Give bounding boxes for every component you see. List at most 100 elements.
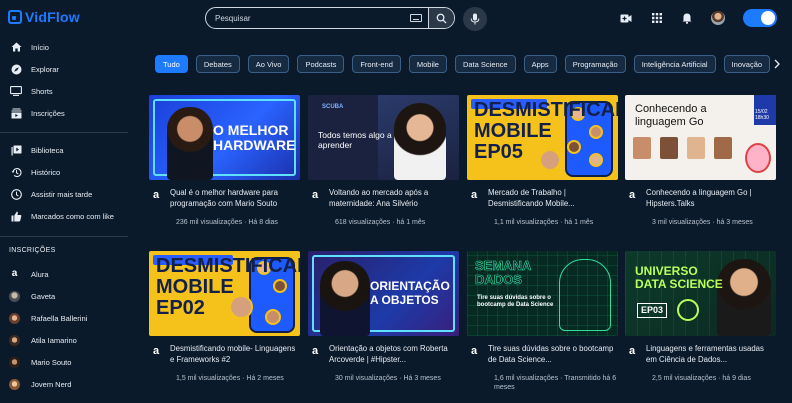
subscription-item[interactable]: Rafaella Ballerini (0, 307, 128, 329)
channel-avatar[interactable]: a (625, 344, 639, 358)
chip-debates[interactable]: Debates (195, 55, 240, 73)
search-bar (205, 7, 455, 29)
video-title[interactable]: Voltando ao mercado após a maternidade: … (329, 188, 459, 209)
sidebar-item-library[interactable]: Biblioteca (0, 139, 128, 161)
app-name: VidFlow (25, 9, 80, 25)
chip-mobile[interactable]: Mobile (408, 55, 447, 73)
video-card[interactable]: DESMISTIFICANDO MOBILE EP05 a Mercado de… (467, 95, 618, 227)
thumbnail-title: O MELHOR HARDWARE (213, 122, 296, 153)
thumbnail-episode: EP03 (637, 303, 668, 318)
chevron-right-icon[interactable] (772, 58, 782, 70)
search-button[interactable] (428, 8, 454, 28)
video-thumbnail[interactable]: SEMANA DADOS Tire suas dúvidas sobre o b… (467, 251, 618, 336)
mic-button[interactable] (463, 7, 487, 31)
search-icon (436, 13, 447, 24)
sidebar-item-label: Início (31, 42, 49, 52)
sidebar-item-liked[interactable]: Marcados como com like (0, 205, 128, 227)
thumbnail-title: DESMISTIFICANDO MOBILE EP02 (156, 255, 300, 319)
video-card[interactable]: UNIVERSO DATA SCIENCE EP03 a Linguagens … (625, 251, 776, 383)
video-card[interactable]: Conhecendo a linguagem Go 15/02 18h30 a … (625, 95, 776, 227)
mic-icon (470, 13, 480, 25)
subscription-item[interactable]: Atila Iamarino (0, 329, 128, 351)
chip-apps[interactable]: Apps (523, 55, 557, 73)
chip-podcasts[interactable]: Podcasts (297, 55, 345, 73)
subscription-label: Alura (31, 269, 49, 279)
subscription-item[interactable]: Jovem Nerd (0, 373, 128, 395)
subscription-item[interactable]: Gaveta (0, 285, 128, 307)
video-card[interactable]: O MELHOR HARDWARE a Qual é o melhor hard… (149, 95, 300, 227)
thumbnail-subtitle: Tire suas dúvidas sobre o bootcamp de Da… (477, 295, 554, 308)
sidebar-item-label: Explorar (31, 64, 59, 74)
chip-front-end[interactable]: Front-end (352, 55, 401, 73)
channel-avatar[interactable]: a (467, 188, 481, 202)
chip-innovation[interactable]: Inovação (723, 55, 770, 73)
sidebar-item-subscriptions[interactable]: Inscrições (0, 102, 128, 124)
subscription-label: Mario Souto (31, 357, 72, 367)
video-card[interactable]: DESMISTIFICANDO MOBILE EP02 a Desmistifi… (149, 251, 300, 383)
sidebar-item-watch-later[interactable]: Assistir mais tarde (0, 183, 128, 205)
video-stats: 618 visualizações · há 1 mês (335, 219, 426, 226)
video-thumbnail[interactable]: SCUBA Todos temos algo a aprender (308, 95, 459, 180)
search-input[interactable] (206, 8, 410, 28)
logo-icon (8, 10, 22, 24)
sidebar-item-shorts[interactable]: Shorts (0, 80, 128, 102)
sidebar-item-label: Shorts (31, 86, 53, 96)
video-title[interactable]: Mercado de Trabalho | Desmistificando Mo… (488, 188, 618, 209)
channel-avatar[interactable]: a (149, 188, 163, 202)
thumbnail-title: Todos temos algo a aprender (318, 130, 392, 150)
apps-icon[interactable] (650, 11, 664, 25)
video-title[interactable]: Tire suas dúvidas sobre o bootcamp de Da… (488, 344, 618, 365)
video-thumbnail[interactable]: UNIVERSO DATA SCIENCE EP03 (625, 251, 776, 336)
keyboard-icon[interactable] (410, 14, 422, 22)
channel-avatar (9, 334, 20, 346)
video-thumbnail[interactable]: ORIENTAÇÃO A OBJETOS (308, 251, 459, 336)
sidebar-divider (0, 132, 128, 133)
chip-all[interactable]: Tudo (155, 55, 188, 73)
subscription-item[interactable]: Mario Souto (0, 351, 128, 373)
shorts-icon (9, 84, 23, 98)
chip-ai[interactable]: Inteligência Artificial (633, 55, 716, 73)
chip-data-science[interactable]: Data Science (454, 55, 516, 73)
sidebar-item-explore[interactable]: Explorar (0, 58, 128, 80)
subscriptions-icon (9, 106, 23, 120)
sidebar-item-history[interactable]: Histórico (0, 161, 128, 183)
video-title[interactable]: Conhecendo a linguagem Go | Hipsters.Tal… (646, 188, 776, 209)
channel-avatar (9, 356, 20, 368)
sidebar-item-label: Assistir mais tarde (31, 189, 93, 199)
video-title[interactable]: Qual é o melhor hardware para programaçã… (170, 188, 300, 209)
channel-avatar[interactable]: a (467, 344, 481, 358)
video-title[interactable]: Linguagens e ferramentas usadas em Ciênc… (646, 344, 776, 365)
subscription-item[interactable]: a Alura (0, 263, 128, 285)
theme-toggle[interactable] (743, 9, 777, 27)
channel-avatar[interactable]: a (149, 344, 163, 358)
video-card[interactable]: SCUBA Todos temos algo a aprender a Volt… (308, 95, 459, 227)
video-thumbnail[interactable]: Conhecendo a linguagem Go 15/02 18h30 (625, 95, 776, 180)
video-stats: 236 mil visualizações · Há 8 dias (176, 219, 278, 226)
video-thumbnail[interactable]: DESMISTIFICANDO MOBILE EP02 (149, 251, 300, 336)
chip-programming[interactable]: Programação (564, 55, 626, 73)
video-card[interactable]: SEMANA DADOS Tire suas dúvidas sobre o b… (467, 251, 618, 392)
video-stats: 1,6 mil visualizações · Transmitido há 6… (494, 375, 617, 391)
video-card[interactable]: ORIENTAÇÃO A OBJETOS a Orientação a obje… (308, 251, 459, 383)
home-icon (9, 40, 23, 54)
subscription-label: Gaveta (31, 291, 56, 301)
channel-avatar[interactable]: a (625, 188, 639, 202)
sidebar-item-home[interactable]: Início (0, 36, 128, 58)
channel-avatar[interactable]: a (308, 344, 322, 358)
video-stats: 1,1 mil visualizações · há 1 mês (494, 219, 594, 226)
video-stats: 2,5 mil visualizações · há 9 dias (652, 375, 751, 382)
explore-icon (9, 62, 23, 76)
channel-avatar[interactable]: a (308, 188, 322, 202)
video-stats: 1,5 mil visualizações · Há 2 meses (176, 375, 284, 382)
thumbnail-brand: SCUBA (322, 104, 344, 110)
create-video-icon[interactable] (619, 11, 633, 25)
like-icon (9, 209, 23, 223)
video-thumbnail[interactable]: DESMISTIFICANDO MOBILE EP05 (467, 95, 618, 180)
bell-icon[interactable] (680, 11, 694, 25)
video-title[interactable]: Desmistificando mobile- Linguagens e Fra… (170, 344, 300, 365)
chip-live[interactable]: Ao Vivo (247, 55, 290, 73)
avatar[interactable] (711, 11, 725, 25)
logo[interactable]: VidFlow (8, 9, 80, 25)
video-thumbnail[interactable]: O MELHOR HARDWARE (149, 95, 300, 180)
video-title[interactable]: Orientação a objetos com Roberta Arcover… (329, 344, 459, 365)
